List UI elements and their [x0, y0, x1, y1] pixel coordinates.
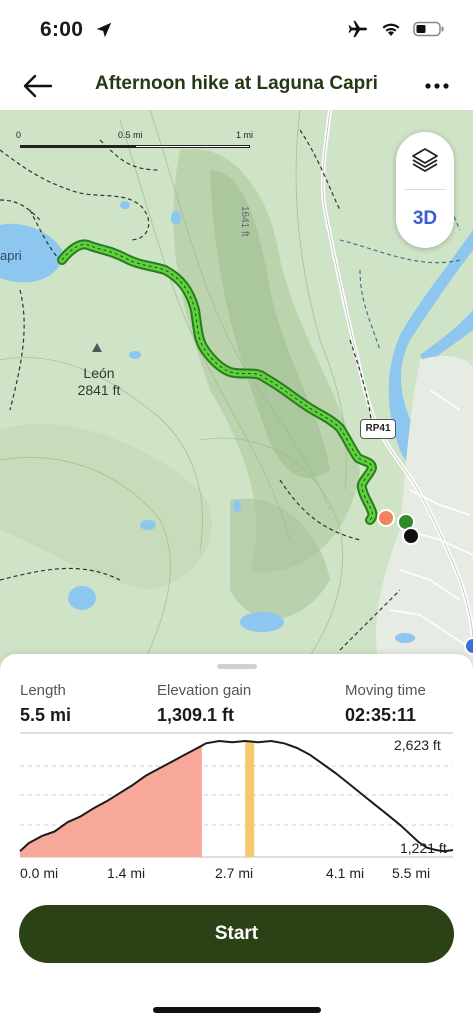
- map-controls: 3D: [396, 132, 454, 248]
- start-marker: [377, 509, 395, 527]
- profile-y-max-label: 2,623 ft: [394, 737, 441, 753]
- user-location-marker: [464, 637, 473, 655]
- header: Afternoon hike at Laguna Capri: [0, 62, 473, 110]
- lake-label: apri: [0, 248, 22, 263]
- elevation-gain-value: 1,309.1 ft: [157, 705, 235, 725]
- layers-button[interactable]: [396, 132, 454, 188]
- moving-time-label: Moving time: [345, 682, 426, 699]
- map-scale-bar: 0 0.5 mi 1 mi: [16, 130, 256, 150]
- wifi-icon: [382, 23, 400, 36]
- stat-length: Length 5.5 mi: [20, 682, 71, 726]
- status-time: 6:00: [40, 18, 84, 41]
- 3d-toggle-button[interactable]: 3D: [396, 192, 454, 246]
- stat-elevation-gain: Elevation gain 1,309.1 ft: [157, 682, 251, 726]
- home-indicator[interactable]: [153, 1007, 321, 1013]
- elevation-gain-label: Elevation gain: [157, 682, 252, 699]
- profile-position-marker: [245, 741, 255, 857]
- end-marker: [402, 527, 420, 545]
- scale-line-segment: [135, 145, 250, 148]
- scale-label-one: 1 mi: [236, 130, 254, 140]
- profile-y-min-label: 1,221 ft: [400, 840, 447, 856]
- profile-x-label-1: 1.4 mi: [107, 865, 146, 881]
- moving-time-value: 02:35:11: [345, 705, 417, 725]
- profile-x-label-0: 0.0 mi: [20, 865, 59, 881]
- status-icons: [347, 20, 445, 38]
- more-horizontal-icon: [425, 83, 449, 89]
- peak-name: León: [83, 365, 115, 381]
- contour-label: 1641 ft: [239, 206, 250, 237]
- scale-label-0: 0: [16, 130, 22, 140]
- profile-x-label-4: 5.5 mi: [392, 865, 431, 881]
- peak-elevation: 2841 ft: [77, 382, 121, 398]
- length-value: 5.5 mi: [20, 705, 72, 725]
- airplane-icon: [348, 20, 367, 38]
- location-arrow-icon: [96, 22, 112, 38]
- profile-x-label-3: 4.1 mi: [326, 865, 365, 881]
- start-button[interactable]: Start: [19, 905, 454, 963]
- road-label: RP41: [360, 419, 396, 439]
- battery-icon: [413, 21, 444, 37]
- profile-progress-fill: [20, 745, 202, 857]
- scale-label-half: 0.5 mi: [118, 130, 143, 140]
- stat-moving-time: Moving time 02:35:11: [345, 682, 426, 726]
- page-title: Afternoon hike at Laguna Capri: [95, 73, 378, 94]
- more-options-button[interactable]: [419, 68, 455, 104]
- layers-icon: [412, 148, 438, 172]
- stats-sheet: Length 5.5 mi Elevation gain 1,309.1 ft …: [0, 654, 473, 1023]
- sheet-drag-handle[interactable]: [217, 664, 257, 669]
- map-view[interactable]: 0 0.5 mi 1 mi apri León 2841 ft 1641 ft …: [0, 110, 473, 670]
- profile-x-label-2: 2.7 mi: [215, 865, 254, 881]
- status-bar: 6:00: [0, 0, 473, 62]
- peak-label: León 2841 ft: [64, 365, 134, 399]
- length-label: Length: [20, 682, 66, 699]
- controls-divider: [404, 189, 446, 190]
